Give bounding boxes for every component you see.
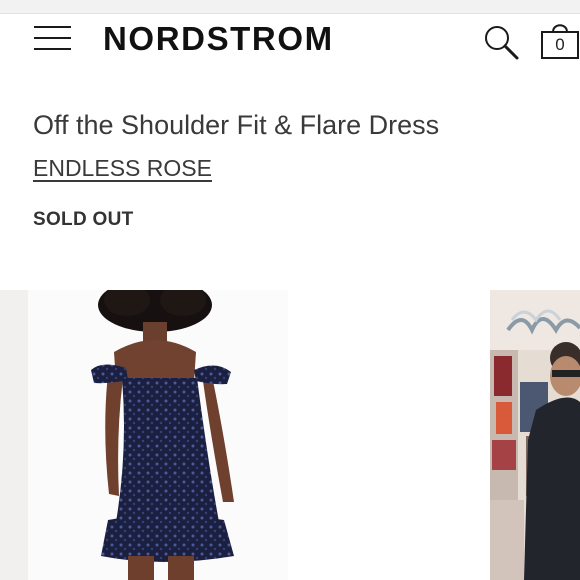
site-header: NORDSTROM 0 [0,14,580,66]
sold-out-status: SOLD OUT [33,209,134,230]
product-image-gallery[interactable] [0,278,580,580]
shopping-bag-icon[interactable]: 0 [540,20,580,60]
product-title: Off the Shoulder Fit & Flare Dress [33,110,440,140]
nordstrom-logo[interactable]: NORDSTROM [103,20,334,58]
product-image-dress[interactable] [28,278,288,580]
previous-image-edge[interactable] [0,290,28,580]
hamburger-menu-icon[interactable] [34,25,71,53]
browser-top-strip [0,0,580,14]
next-image-preview[interactable] [490,290,580,580]
product-page: NORDSTROM 0 Off the Shoulder Fit & Flare… [0,0,580,580]
search-icon[interactable] [482,23,520,61]
cart-count: 0 [555,35,565,54]
brand-link[interactable]: ENDLESS ROSE [33,153,212,183]
